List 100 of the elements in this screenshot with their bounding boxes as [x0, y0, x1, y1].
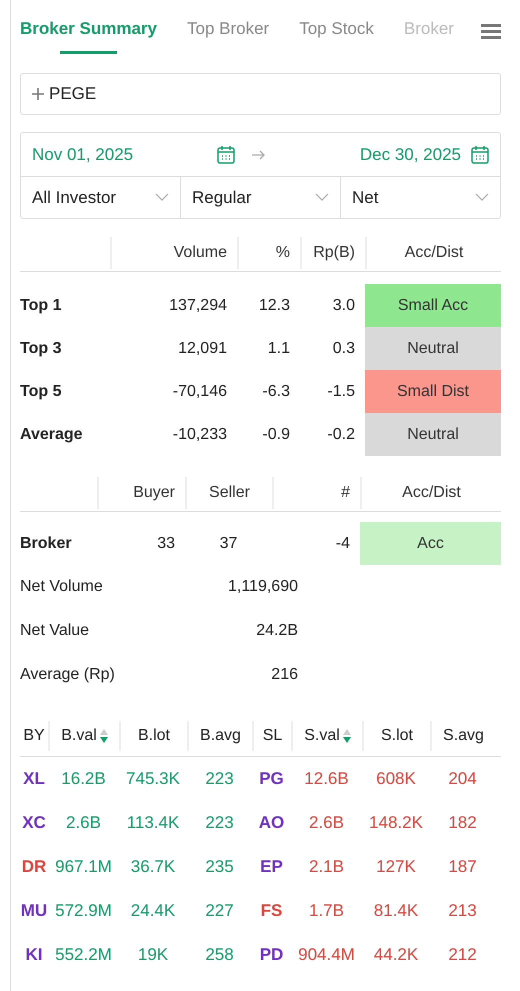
column-label: SL [262, 726, 282, 746]
table-cell-text: -6.3 [261, 382, 291, 402]
column-label: B.avg [200, 726, 241, 746]
broker-code[interactable]: XC [20, 801, 48, 845]
table-cell-text: 187 [447, 856, 478, 878]
column-label: S.val [304, 726, 340, 746]
table-cell-text: 16.2B [60, 768, 107, 790]
table-cell-text: 904.4M [297, 944, 356, 966]
table-cell-text: 12.6B [303, 768, 350, 790]
table-cell-text: 24.2B [255, 621, 298, 641]
table-cell-text: 36.7K [130, 856, 176, 878]
stock-field[interactable]: PEGE [20, 73, 501, 115]
column-header: Acc/Dist [360, 476, 501, 508]
table-cell-text: 12,091 [177, 338, 228, 358]
broker-code[interactable]: AO [252, 801, 291, 845]
status-cell: Acc [360, 522, 501, 565]
row-label: Top 5 [20, 382, 62, 402]
table-cell-text: 1,119,690 [227, 577, 298, 597]
broker-code[interactable]: XL [20, 757, 48, 801]
plus-icon [31, 87, 45, 101]
broker-code[interactable]: KI [20, 933, 48, 977]
column-header: Acc/Dist [365, 236, 501, 268]
table-cell-text: 216 [270, 665, 298, 685]
stock-value: PEGE [49, 83, 96, 106]
arrow-icon [250, 148, 264, 160]
table-cell-text: 113.4K [126, 812, 180, 834]
table-cell-text: 223 [204, 812, 235, 834]
table-cell-text: 24.4K [130, 900, 176, 922]
table-cell-text: 33 [156, 534, 176, 554]
column-header: # [272, 476, 360, 508]
column-label: BY [23, 726, 45, 746]
table-cell-text: 552.2M [54, 944, 113, 966]
table-cell-text: 81.4K [372, 900, 420, 922]
row-label: Top 3 [20, 338, 62, 358]
column-label: B.val [61, 726, 97, 746]
table-cell-text: 182 [447, 812, 478, 834]
tab[interactable]: Top Broker [187, 18, 270, 55]
table-cell-text: 223 [204, 768, 235, 790]
start-date[interactable]: Nov 01, 2025 [32, 142, 134, 168]
table-cell-text: 127K [375, 856, 417, 878]
row-label: Average (Rp) [20, 665, 116, 685]
table-cell-text: 44.2K [372, 944, 420, 966]
chevron-down-icon [475, 193, 489, 202]
status-cell: Small Dist [365, 370, 501, 413]
tab[interactable]: Top Stock [299, 18, 374, 55]
table-cell-text: -0.2 [326, 424, 356, 444]
table-cell-text: 204 [447, 768, 478, 790]
broker-code[interactable]: FS [252, 889, 291, 933]
table-cell-text: 1.7B [308, 900, 345, 922]
broker-code[interactable]: MU [20, 889, 48, 933]
table-cell-text: 148.2K [368, 812, 424, 834]
menu-icon [481, 24, 501, 40]
table-cell-text: 967.1M [54, 856, 113, 878]
table-cell-text: 2.6B [65, 812, 102, 834]
filter-dropdown[interactable]: All Investor [21, 177, 181, 218]
column-label: S.lot [380, 726, 413, 746]
row-label: Top 1 [20, 296, 62, 316]
table-cell-text: 2.1B [308, 856, 345, 878]
broker-code[interactable]: EP [252, 845, 291, 889]
broker-code[interactable]: DR [20, 845, 48, 889]
row-label: Net Value [20, 621, 90, 641]
end-date[interactable]: Dec 30, 2025 [360, 142, 461, 168]
table-cell-text: 3.0 [332, 296, 356, 316]
table-cell-text: 745.3K [125, 768, 181, 790]
table-cell-text: 2.6B [308, 812, 345, 834]
tab[interactable]: Broker Summary [20, 18, 158, 55]
broker-code[interactable]: PG [252, 757, 291, 801]
table-cell-text: -10,233 [172, 424, 228, 444]
table-cell-text: 12.3 [258, 296, 291, 316]
column-header: Seller [185, 476, 272, 508]
table-cell-text: 19K [136, 944, 170, 966]
table-cell-text: 212 [447, 944, 478, 966]
broker-code[interactable]: PD [252, 933, 291, 977]
table-cell-text: 227 [204, 900, 235, 922]
table-cell-text: 37 [218, 534, 238, 554]
table-cell-text: 572.9M [54, 900, 113, 922]
status-cell: Small Acc [365, 284, 501, 327]
calendar-icon [471, 145, 489, 164]
table-cell-text: 0.3 [332, 338, 356, 358]
table-cell-text: 235 [204, 856, 235, 878]
row-label: Average [20, 424, 84, 444]
status-cell: Neutral [365, 413, 501, 456]
table-cell-text: -0.9 [261, 424, 291, 444]
column-label: B.lot [138, 726, 170, 746]
table-cell-text: 137,294 [168, 296, 228, 316]
column-header: Rp(B) [300, 236, 365, 268]
filter-dropdown[interactable]: Net [341, 177, 500, 218]
table-cell-text: 608K [375, 768, 417, 790]
table-cell-text: -4 [334, 534, 351, 554]
table-cell-text: -1.5 [326, 382, 356, 402]
table-cell-text: 1.1 [266, 338, 291, 358]
row-label: Broker [20, 534, 73, 554]
filter-dropdown[interactable]: Regular [181, 177, 341, 218]
row-label: Net Volume [20, 577, 104, 597]
chevron-down-icon [315, 193, 329, 202]
table-cell-text: -70,146 [172, 382, 228, 402]
column-header: % [237, 236, 300, 268]
calendar-icon [216, 145, 234, 164]
chevron-down-icon [155, 193, 169, 202]
column-label: S.avg [443, 726, 484, 746]
